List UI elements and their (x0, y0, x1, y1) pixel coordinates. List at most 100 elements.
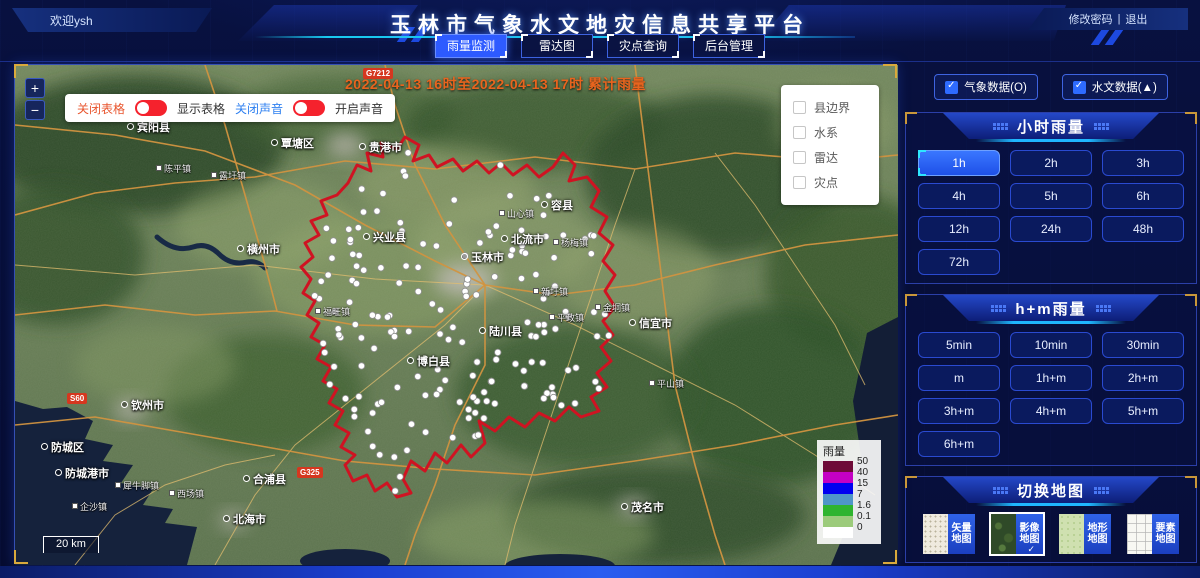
map-canvas[interactable]: 宾阳县贵港市覃塘区横州市兴业县玉林市北流市容县陆川县博白县信宜市钦州市防城区防城… (14, 64, 897, 564)
duration-button-12h[interactable]: 12h (918, 216, 1000, 242)
map-scale: 20 km (43, 536, 99, 553)
map-type-card[interactable]: 影像地图✓ (991, 514, 1043, 554)
legend-value: 7 (857, 490, 863, 500)
rain-legend: 雨量 50401571.60.10 (817, 440, 881, 544)
duration-button-4h[interactable]: 4h (918, 183, 1000, 209)
tab-雷达图[interactable]: 雷达图 (521, 34, 593, 58)
duration-button-5min[interactable]: 5min (918, 332, 1000, 358)
checkbox-empty-icon (793, 176, 806, 189)
map-corner-accent (883, 550, 897, 564)
tab-雨量监测[interactable]: 雨量监测 (435, 34, 507, 58)
change-password-link[interactable]: 修改密码 (1069, 11, 1113, 27)
legend-band (823, 505, 853, 516)
duration-button-5h[interactable]: 5h (1010, 183, 1092, 209)
map-type-card[interactable]: 地形地图 (1059, 514, 1111, 554)
layer-label: 县边界 (814, 99, 850, 116)
user-menu: 修改密码 | 退出 (1028, 8, 1188, 30)
section-underline (976, 139, 1126, 142)
table-toggle-on-label: 显示表格 (177, 100, 225, 117)
map-type-label: 要素地图 (1152, 514, 1179, 554)
map-type-thumbnail (1059, 514, 1084, 554)
footer-bar (0, 566, 1200, 578)
table-toggle-off-label: 关闭表格 (77, 100, 125, 117)
layer-checkbox-县边界[interactable]: 县边界 (793, 95, 867, 120)
map-type-label: 矢量地图 (948, 514, 975, 554)
duration-button-6h+m[interactable]: 6h+m (918, 431, 1000, 457)
duration-button-48h[interactable]: 48h (1102, 216, 1184, 242)
section-underline (976, 321, 1126, 324)
hm-button-grid: 5min 10min 30min m 1h+m 2h+m 3h+m 4h+m 5h+m 6h+m (918, 332, 1184, 457)
duration-button-72h[interactable]: 72h (918, 249, 1000, 275)
logout-link[interactable]: 退出 (1125, 11, 1147, 27)
sound-toggle-switch[interactable] (293, 100, 325, 116)
section-title: 小时雨量 (1017, 116, 1085, 137)
legend-band (823, 494, 853, 505)
legend-value: 0.1 (857, 512, 871, 522)
header-dots-icon (1094, 123, 1109, 130)
checkbox-empty-icon (793, 151, 806, 164)
checkbox-checked-icon (945, 81, 958, 94)
layer-label: 雷达 (814, 149, 838, 166)
section-hourly-rain: 小时雨量 1h 2h 3h 4h 5h 6h 12h 24h 48h 72h (905, 112, 1197, 284)
duration-button-3h+m[interactable]: 3h+m (918, 398, 1000, 424)
legend-band (823, 461, 853, 472)
duration-button-2h[interactable]: 2h (1010, 150, 1092, 176)
tab-bar: 雨量监测雷达图灾点查询后台管理 (0, 34, 1200, 58)
duration-button-10min[interactable]: 10min (1010, 332, 1092, 358)
duration-button-2h+m[interactable]: 2h+m (1102, 365, 1184, 391)
legend-band (823, 472, 853, 483)
data-toggle-label: 气象数据(O) (964, 79, 1027, 95)
sound-toggle-on-label: 开启声音 (335, 100, 383, 117)
user-menu-separator: | (1118, 13, 1121, 25)
map-type-row: 矢量地图影像地图✓ 地形地图 要素地图 (918, 514, 1184, 554)
map-toggle-bar: 关闭表格 显示表格 关闭声音 开启声音 (65, 94, 395, 122)
data-toggle-button[interactable]: 气象数据(O) (934, 74, 1038, 100)
duration-button-30min[interactable]: 30min (1102, 332, 1184, 358)
duration-button-5h+m[interactable]: 5h+m (1102, 398, 1184, 424)
map-type-label: 地形地图 (1084, 514, 1111, 554)
map-type-card[interactable]: 矢量地图 (923, 514, 975, 554)
duration-button-6h[interactable]: 6h (1102, 183, 1184, 209)
legend-band (823, 527, 853, 538)
section-header: h+m雨量 (943, 295, 1159, 321)
zoom-in-button[interactable]: + (25, 78, 45, 98)
zoom-out-button[interactable]: − (25, 100, 45, 120)
duration-button-m[interactable]: m (918, 365, 1000, 391)
map-zoom-control: + − (25, 78, 45, 120)
checkbox-empty-icon (793, 101, 806, 114)
duration-button-4h+m[interactable]: 4h+m (1010, 398, 1092, 424)
table-toggle-switch[interactable] (135, 100, 167, 116)
layer-checkbox-灾点[interactable]: 灾点 (793, 170, 867, 195)
hourly-button-grid: 1h 2h 3h 4h 5h 6h 12h 24h 48h 72h (918, 150, 1184, 275)
map-corner-accent (883, 64, 897, 78)
tab-后台管理[interactable]: 后台管理 (693, 34, 765, 58)
map-corner-accent (14, 550, 28, 564)
section-title: 切换地图 (1017, 480, 1085, 501)
layer-label: 灾点 (814, 174, 838, 191)
header-dots-icon (1094, 487, 1109, 494)
duration-button-1h[interactable]: 1h (918, 150, 1000, 176)
map-type-card[interactable]: 要素地图 (1127, 514, 1179, 554)
header: 欢迎ysh 玉林市气象水文地灾信息共享平台 修改密码 | 退出 雨量监测雷达图灾… (0, 0, 1200, 62)
header-dots-icon (991, 305, 1006, 312)
map-type-thumbnail (923, 514, 948, 554)
legend-band (823, 516, 853, 527)
section-hm-rain: h+m雨量 5min 10min 30min m 1h+m 2h+m 3h+m 4h+m 5h+… (905, 294, 1197, 466)
tab-灾点查询[interactable]: 灾点查询 (607, 34, 679, 58)
map-type-thumbnail (1127, 514, 1152, 554)
layer-list: 县边界水系雷达灾点 (793, 95, 867, 195)
duration-button-3h[interactable]: 3h (1102, 150, 1184, 176)
header-dots-icon (993, 123, 1008, 130)
data-button-row: 气象数据(O) 水文数据(▲) (905, 74, 1197, 100)
section-header: 小时雨量 (943, 113, 1159, 139)
layer-label: 水系 (814, 124, 838, 141)
duration-button-1h+m[interactable]: 1h+m (1010, 365, 1092, 391)
duration-button-24h[interactable]: 24h (1010, 216, 1092, 242)
layer-checkbox-水系[interactable]: 水系 (793, 120, 867, 145)
data-toggle-button[interactable]: 水文数据(▲) (1062, 74, 1168, 100)
selected-check-icon: ✓ (1027, 544, 1035, 555)
checkbox-checked-icon (1073, 81, 1086, 94)
layer-checkbox-雷达[interactable]: 雷达 (793, 145, 867, 170)
checkbox-empty-icon (793, 126, 806, 139)
legend-bands: 50401571.60.10 (823, 461, 853, 538)
